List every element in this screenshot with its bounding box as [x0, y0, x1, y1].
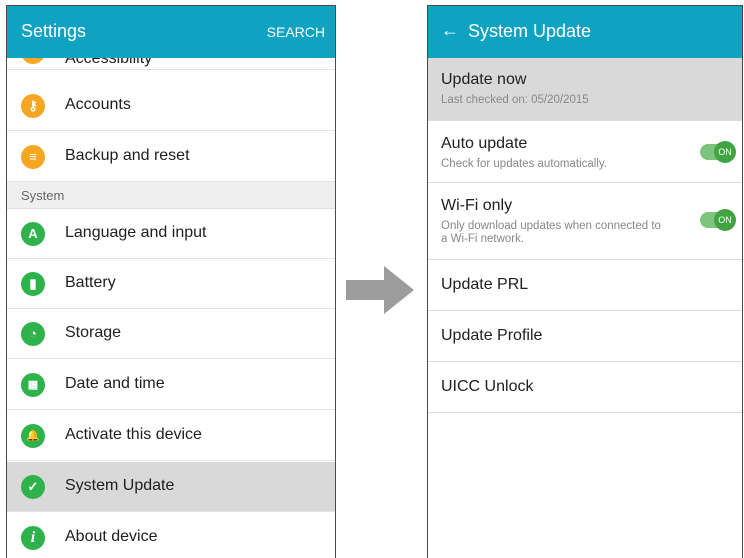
list-item-language-and-input[interactable]: A Language and input: [7, 209, 335, 259]
uicc-unlock-item[interactable]: UICC Unlock: [428, 362, 742, 413]
backup-icon: ≡: [21, 145, 45, 169]
arrow-right-icon: [346, 266, 414, 314]
update-prl-label: Update PRL: [441, 276, 529, 293]
system-update-app-bar: ← System Update: [428, 6, 742, 58]
auto-update-title: Auto update: [441, 135, 528, 152]
wifi-only-subtitle-line1: Only download updates when connected to: [441, 220, 661, 232]
wifi-only-toggle[interactable]: ON: [700, 209, 736, 231]
system-update-title: System Update: [468, 21, 592, 41]
list-item-label: About device: [65, 528, 158, 545]
list-item-battery[interactable]: ▮ Battery: [7, 259, 335, 309]
update-profile-label: Update Profile: [441, 327, 543, 344]
update-prl-item[interactable]: Update PRL: [428, 260, 742, 311]
list-item-backup-and-reset[interactable]: ≡ Backup and reset: [7, 132, 335, 182]
key-icon: ⚷: [21, 94, 45, 118]
update-now-subtitle: Last checked on: 05/20/2015: [441, 94, 589, 106]
update-now-item[interactable]: Update now Last checked on: 05/20/2015: [428, 58, 742, 121]
wifi-only-item[interactable]: Wi-Fi only Only download updates when co…: [428, 183, 742, 260]
section-label: System: [21, 188, 65, 203]
list-item-activate-this-device[interactable]: 🔔 Activate this device: [7, 411, 335, 461]
list-item-accounts[interactable]: ⚷ Accounts: [7, 81, 335, 131]
calendar-icon: ▦: [21, 373, 45, 397]
list-item-date-and-time[interactable]: ▦ Date and time: [7, 360, 335, 410]
update-profile-item[interactable]: Update Profile: [428, 311, 742, 362]
settings-title: Settings: [21, 21, 87, 41]
list-item-label: Storage: [65, 324, 122, 341]
storage-icon: ◔: [21, 322, 45, 346]
battery-icon: ▮: [21, 272, 45, 296]
list-item-storage[interactable]: ◔ Storage: [7, 309, 335, 359]
toggle-on-label: ON: [714, 209, 736, 231]
list-item-system-update[interactable]: ✓ System Update: [7, 462, 335, 512]
update-now-title: Update now: [441, 71, 527, 88]
auto-update-toggle[interactable]: ON: [700, 141, 736, 163]
auto-update-item[interactable]: Auto update Check for updates automatica…: [428, 121, 742, 183]
list-item-label: Battery: [65, 274, 116, 291]
wifi-only-subtitle-line2: a Wi-Fi network.: [441, 233, 525, 245]
list-item-about-device[interactable]: i About device: [7, 513, 335, 558]
back-arrow-icon[interactable]: ←: [441, 20, 459, 41]
list-item-label: Language and input: [65, 224, 207, 241]
info-icon: i: [21, 526, 45, 550]
check-icon: ✓: [21, 475, 45, 499]
uicc-unlock-label: UICC Unlock: [441, 378, 534, 395]
wifi-only-title: Wi-Fi only: [441, 197, 513, 214]
settings-app-bar: Settings SEARCH: [7, 6, 335, 58]
system-update-screen: ← System Update Update now Last checked …: [427, 5, 743, 558]
settings-screen: Settings SEARCH Accessibility ⚷ Accounts…: [6, 5, 336, 558]
list-item-label: Backup and reset: [65, 147, 190, 164]
bell-icon: 🔔: [21, 424, 45, 448]
toggle-on-label: ON: [714, 141, 736, 163]
auto-update-subtitle: Check for updates automatically.: [441, 158, 607, 170]
list-item-label: Accounts: [65, 96, 131, 113]
language-icon: A: [21, 222, 45, 246]
search-button[interactable]: SEARCH: [267, 24, 325, 40]
list-item-label: Date and time: [65, 375, 165, 392]
list-item-label: Activate this device: [65, 426, 202, 443]
section-header-system: System: [7, 182, 335, 209]
list-item-label: System Update: [65, 477, 175, 494]
